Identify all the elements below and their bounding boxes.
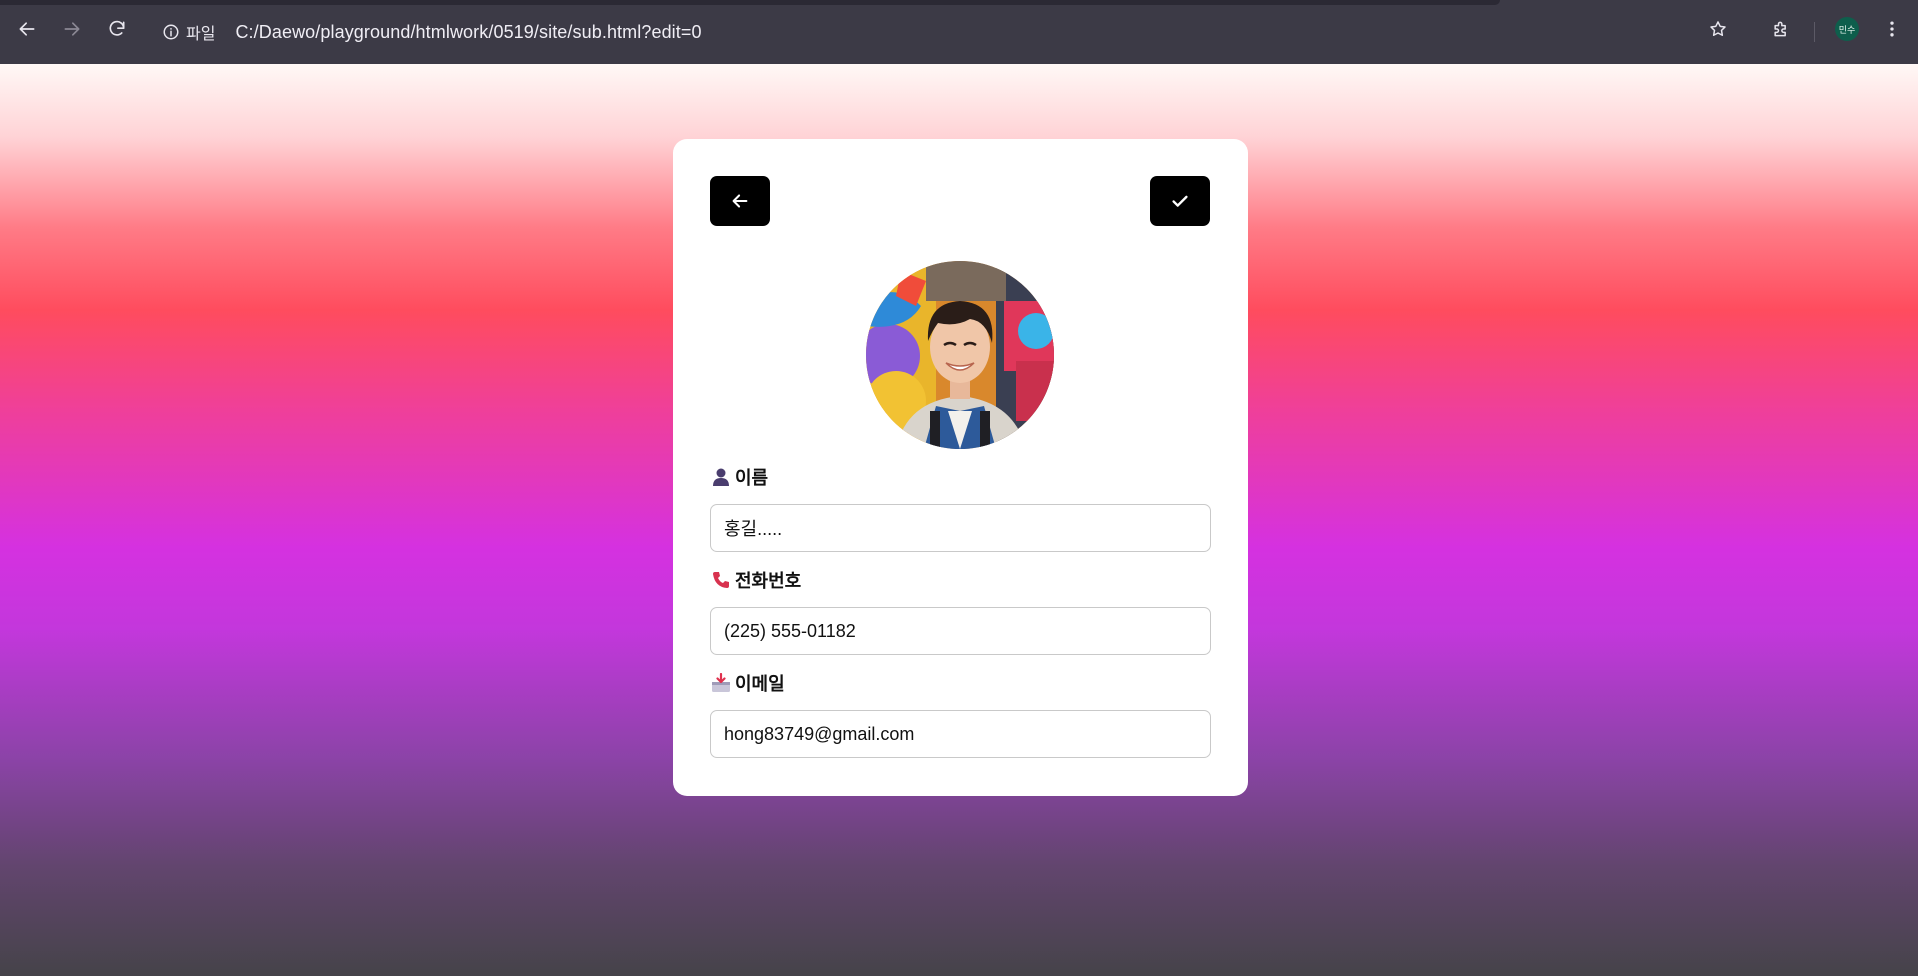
star-icon[interactable] (1706, 17, 1730, 41)
address-bar[interactable]: 파일 C:/Daewo/playground/htmlwork/0519/sit… (150, 12, 1710, 52)
reload-icon[interactable] (105, 17, 129, 41)
site-info-chip[interactable]: 파일 (162, 20, 215, 44)
email-label: 이메일 (711, 671, 785, 695)
phone-icon (713, 572, 729, 588)
phone-label: 전화번호 (711, 568, 801, 592)
back-icon[interactable] (15, 17, 39, 41)
phone-label-text: 전화번호 (735, 571, 802, 591)
browser-toolbar: 파일 C:/Daewo/playground/htmlwork/0519/sit… (0, 0, 1918, 64)
extensions-icon[interactable] (1769, 17, 1793, 41)
forward-icon[interactable] (60, 17, 84, 41)
check-icon (1172, 195, 1188, 207)
more-icon[interactable] (1880, 17, 1904, 41)
profile-photo-illustration (866, 261, 1054, 449)
profile-button[interactable]: 민수 (1835, 17, 1859, 41)
name-label-text: 이름 (735, 468, 769, 488)
save-button[interactable] (1150, 176, 1210, 226)
arrow-left-icon (732, 194, 748, 208)
back-button[interactable] (710, 176, 770, 226)
tab-strip-edge (0, 0, 1500, 5)
profile-avatar: 민수 (1835, 17, 1859, 41)
name-input[interactable] (710, 504, 1211, 552)
email-input[interactable] (710, 710, 1211, 758)
url-text[interactable]: C:/Daewo/playground/htmlwork/0519/site/s… (235, 22, 701, 43)
person-icon (713, 468, 729, 486)
profile-edit-card: 이름 전화번호 이메일 (673, 139, 1248, 796)
info-icon (163, 24, 179, 40)
toolbar-divider (1814, 22, 1815, 42)
page-background: 이름 전화번호 이메일 (0, 64, 1918, 976)
profile-photo[interactable] (866, 261, 1054, 449)
site-info-label: 파일 (186, 26, 216, 43)
email-label-text: 이메일 (735, 674, 785, 694)
phone-input[interactable] (710, 607, 1211, 655)
inbox-icon (712, 673, 730, 692)
name-label: 이름 (711, 465, 768, 489)
